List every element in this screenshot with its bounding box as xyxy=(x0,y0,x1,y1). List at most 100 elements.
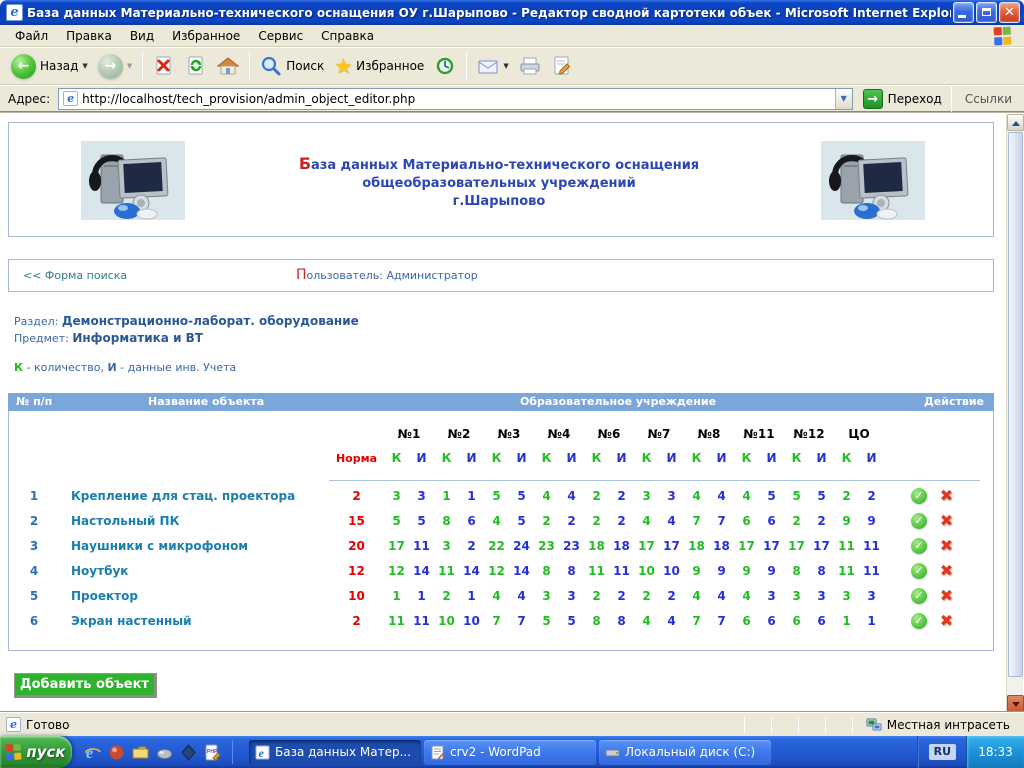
quick-launch: e PHP xyxy=(72,740,243,764)
clock[interactable]: 18:33 xyxy=(966,736,1024,768)
quick-launch-folder-icon[interactable] xyxy=(132,744,149,761)
start-button[interactable]: пуск xyxy=(0,736,72,768)
favorites-button[interactable]: ★ Избранное xyxy=(329,53,429,79)
object-name-link[interactable]: Настольный ПК xyxy=(59,514,329,528)
confirm-icon[interactable]: ✓ xyxy=(911,563,927,579)
norm-header: Норма xyxy=(329,452,384,465)
menu-file[interactable]: Файл xyxy=(6,27,57,45)
k-value: 8 xyxy=(534,564,559,578)
k-value: 18 xyxy=(684,539,709,553)
confirm-icon[interactable]: ✓ xyxy=(911,613,927,629)
refresh-button[interactable] xyxy=(180,53,212,79)
i-value: 2 xyxy=(859,489,884,503)
search-form-link[interactable]: << Форма поиска xyxy=(23,269,127,282)
scroll-down-button[interactable] xyxy=(1007,695,1024,712)
delete-icon[interactable]: ✖ xyxy=(940,588,953,604)
menu-view[interactable]: Вид xyxy=(121,27,163,45)
i-value: 6 xyxy=(809,614,834,628)
object-name-link[interactable]: Крепление для стац. проектора xyxy=(59,489,329,503)
object-name-link[interactable]: Ноутбук xyxy=(59,564,329,578)
k-value: 6 xyxy=(734,514,759,528)
scrollbar-thumb[interactable] xyxy=(1008,132,1023,677)
i-value: 11 xyxy=(409,614,434,628)
history-button[interactable] xyxy=(429,53,461,79)
i-value: 2 xyxy=(659,589,684,603)
task-ie-window[interactable]: e База данных Матер... xyxy=(249,740,421,765)
restore-button[interactable] xyxy=(976,2,997,23)
task-local-disk[interactable]: Локальный диск (C:) xyxy=(599,740,771,765)
k-value: 7 xyxy=(484,614,509,628)
confirm-icon[interactable]: ✓ xyxy=(911,488,927,504)
i-value: 10 xyxy=(659,564,684,578)
search-icon xyxy=(260,55,282,77)
quick-launch-denwer-icon[interactable] xyxy=(108,744,125,761)
toolbar: ← Назад▼ →▼ Поиск ★ И xyxy=(0,48,1024,85)
edit-button[interactable] xyxy=(546,53,578,79)
computer-logo-image xyxy=(81,141,185,220)
delete-icon[interactable]: ✖ xyxy=(940,563,953,579)
vertical-scrollbar[interactable] xyxy=(1006,114,1023,712)
i-value: 9 xyxy=(859,514,884,528)
back-button[interactable]: ← Назад▼ xyxy=(6,52,93,81)
page-nav-box: << Форма поиска Пользователь: Администра… xyxy=(8,259,994,292)
ie-page-icon: e xyxy=(63,91,78,106)
quick-launch-ie-icon[interactable]: e xyxy=(84,744,101,761)
close-button[interactable]: ✕ xyxy=(999,2,1020,23)
confirm-icon[interactable]: ✓ xyxy=(911,588,927,604)
delete-icon[interactable]: ✖ xyxy=(940,488,953,504)
mail-button[interactable]: ▼ xyxy=(472,53,513,79)
address-field[interactable]: e ▼ xyxy=(58,88,853,110)
confirm-icon[interactable]: ✓ xyxy=(911,513,927,529)
search-button[interactable]: Поиск xyxy=(255,53,329,79)
k-value: 1 xyxy=(384,589,409,603)
links-label[interactable]: Ссылки xyxy=(957,92,1020,106)
go-button[interactable]: → Переход xyxy=(859,88,946,110)
object-name-link[interactable]: Наушники с микрофоном xyxy=(59,539,329,553)
object-name-link[interactable]: Проектор xyxy=(59,589,329,603)
k-value: 18 xyxy=(584,539,609,553)
address-input[interactable] xyxy=(82,92,835,106)
quick-launch-mouse-icon[interactable] xyxy=(156,744,173,761)
k-value: 4 xyxy=(634,514,659,528)
k-value: 5 xyxy=(784,489,809,503)
stop-icon xyxy=(153,55,175,77)
language-indicator[interactable]: RU xyxy=(929,744,956,760)
i-value: 14 xyxy=(509,564,534,578)
k-value: 4 xyxy=(684,589,709,603)
k-value: 4 xyxy=(684,489,709,503)
i-value: 1 xyxy=(859,614,884,628)
k-header: К xyxy=(684,451,709,465)
delete-icon[interactable]: ✖ xyxy=(940,538,953,554)
delete-icon[interactable]: ✖ xyxy=(940,513,953,529)
scroll-up-button[interactable] xyxy=(1007,114,1024,131)
forward-button[interactable]: →▼ xyxy=(93,52,137,81)
svg-text:e: e xyxy=(86,745,93,761)
object-name-link[interactable]: Экран настенный xyxy=(59,614,329,628)
intranet-icon xyxy=(866,717,882,733)
i-header: И xyxy=(509,451,534,465)
delete-icon[interactable]: ✖ xyxy=(940,613,953,629)
row-number: 6 xyxy=(9,614,59,628)
school-header: №11 xyxy=(734,427,784,441)
address-dropdown[interactable]: ▼ xyxy=(835,89,852,109)
confirm-icon[interactable]: ✓ xyxy=(911,538,927,554)
browser-content: База данных Материально-технического осн… xyxy=(0,112,1024,712)
history-icon xyxy=(434,55,456,77)
quick-launch-app-icon[interactable] xyxy=(180,744,197,761)
home-button[interactable] xyxy=(212,53,244,79)
go-arrow-icon: → xyxy=(863,89,883,109)
minimize-button[interactable] xyxy=(953,2,974,23)
menu-tools[interactable]: Сервис xyxy=(249,27,312,45)
menu-help[interactable]: Справка xyxy=(312,27,383,45)
col-num-header: № п/п xyxy=(16,393,52,411)
i-value: 7 xyxy=(709,514,734,528)
print-button[interactable] xyxy=(514,53,546,79)
computer-logo-image xyxy=(821,141,925,220)
stop-button[interactable] xyxy=(148,53,180,79)
menu-favorites[interactable]: Избранное xyxy=(163,27,249,45)
add-object-button[interactable]: Добавить объект xyxy=(14,673,157,698)
task-wordpad[interactable]: crv2 - WordPad xyxy=(424,740,596,765)
subject-value: Информатика и ВТ xyxy=(72,331,203,345)
menu-edit[interactable]: Правка xyxy=(57,27,121,45)
quick-launch-php-icon[interactable]: PHP xyxy=(204,744,221,761)
